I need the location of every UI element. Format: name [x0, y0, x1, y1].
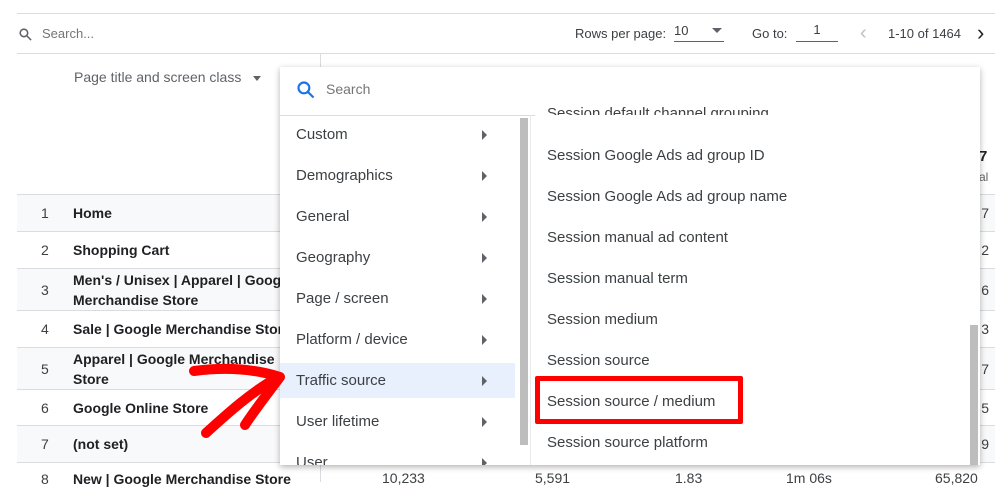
option-session-manual-term[interactable]: Session manual term: [547, 270, 688, 287]
next-page-icon[interactable]: ›: [977, 20, 984, 46]
prev-page-icon[interactable]: ‹: [860, 22, 867, 45]
category-user[interactable]: User: [280, 445, 515, 465]
chevron-right-icon: [482, 253, 487, 263]
cell-value: 1.83: [675, 470, 703, 486]
chevron-right-icon: [482, 212, 487, 222]
cell-value: 5,591: [535, 470, 571, 486]
category-scrollbar[interactable]: [520, 118, 528, 445]
category-custom[interactable]: Custom: [280, 117, 515, 152]
category-geography[interactable]: Geography: [280, 240, 515, 275]
category-general[interactable]: General: [280, 199, 515, 234]
table-search-input[interactable]: [42, 26, 242, 41]
chevron-right-icon: [482, 171, 487, 181]
dropdown-arrow-icon: [712, 28, 722, 33]
chevron-right-icon: [482, 417, 487, 427]
chevron-right-icon: [482, 130, 487, 140]
category-page-screen[interactable]: Page / screen: [280, 281, 515, 316]
cutoff-mask: [535, 115, 980, 127]
menu-search-input[interactable]: [326, 81, 926, 97]
option-session-medium[interactable]: Session medium: [547, 311, 658, 328]
annotation-arrow-icon: [189, 364, 285, 438]
page-range: 1-10 of 1464: [888, 26, 962, 41]
category-user-lifetime[interactable]: User lifetime: [280, 404, 515, 439]
search-icon: [297, 81, 315, 99]
cell-value: 65,820: [935, 470, 978, 486]
option-session-google-ads-ad-group-id[interactable]: Session Google Ads ad group ID: [547, 147, 765, 164]
cell-value: 1m 06s: [786, 470, 832, 486]
cell-value: 10,233: [382, 470, 425, 486]
rows-per-page-label: Rows per page:: [575, 26, 667, 41]
menu-column-divider: [530, 115, 531, 465]
option-session-source-platform[interactable]: Session source platform: [547, 434, 708, 451]
dimension-header[interactable]: Page title and screen class: [74, 69, 262, 85]
top-divider: [17, 13, 995, 14]
metric-total: 7: [979, 148, 988, 165]
category-traffic-source[interactable]: Traffic source: [280, 363, 515, 398]
options-scrollbar[interactable]: [970, 325, 978, 465]
category-platform-device[interactable]: Platform / device: [280, 322, 515, 357]
option-session-google-ads-ad-group-name[interactable]: Session Google Ads ad group name: [547, 188, 787, 205]
dropdown-arrow-icon: [253, 75, 262, 81]
chevron-right-icon: [482, 458, 487, 465]
search-icon: [19, 28, 32, 41]
option-session-source[interactable]: Session source: [547, 352, 650, 369]
goto-label: Go to:: [752, 26, 788, 41]
category-demographics[interactable]: Demographics: [280, 158, 515, 193]
dimension-picker-menu: Custom Demographics General Geography Pa…: [280, 67, 980, 465]
goto-input[interactable]: 1: [796, 22, 838, 42]
toolbar-divider: [17, 53, 995, 54]
metric-total-label: al: [979, 170, 989, 184]
chevron-right-icon: [482, 294, 487, 304]
highlight-box: [535, 376, 743, 424]
chevron-right-icon: [482, 335, 487, 345]
rows-per-page-select[interactable]: 10: [674, 22, 724, 42]
option-session-manual-ad-content[interactable]: Session manual ad content: [547, 229, 728, 246]
chevron-right-icon: [482, 376, 487, 386]
